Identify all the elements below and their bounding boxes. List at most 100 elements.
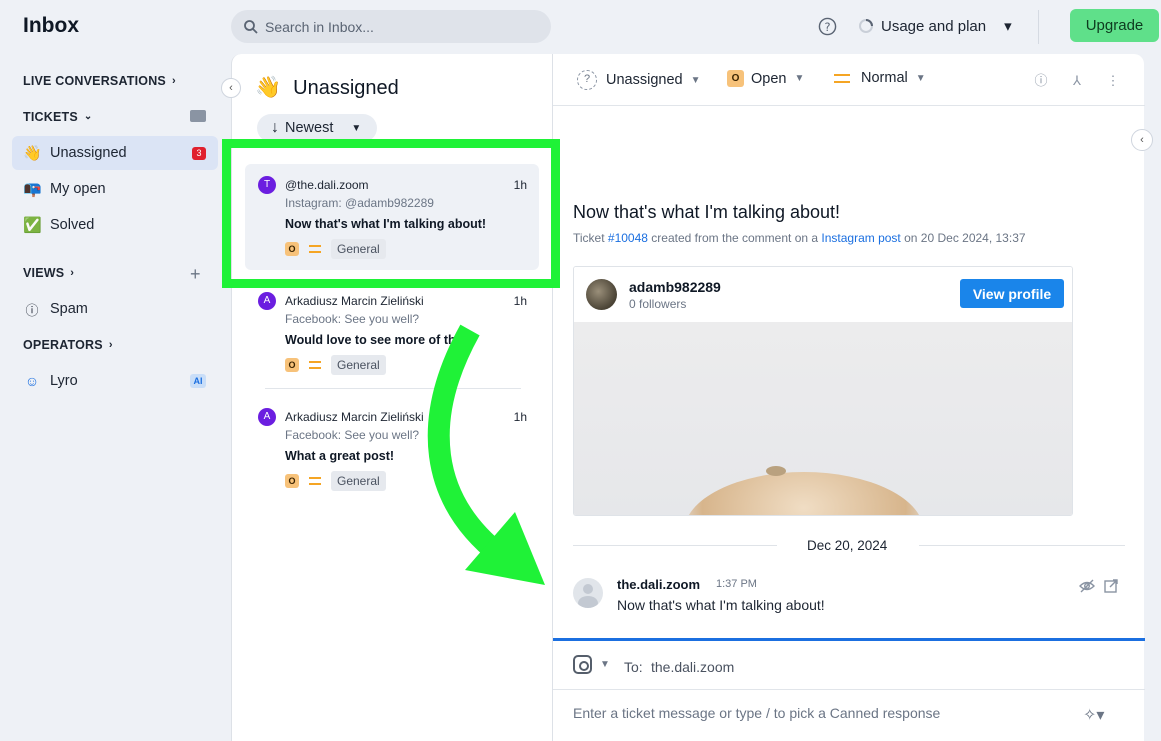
magic-wand-icon[interactable]: ✧▾ xyxy=(1083,705,1104,725)
post-image-detail xyxy=(766,466,786,476)
profile-name: adamb982289 xyxy=(629,279,721,295)
status-dropdown[interactable]: O Open ▼ xyxy=(727,70,804,87)
app-title: Inbox xyxy=(23,14,79,37)
spam-icon[interactable]: ⓘ xyxy=(1033,73,1049,89)
ticket-card[interactable]: T @the.dali.zoom 1h Instagram: @adamb982… xyxy=(245,164,539,270)
usage-label: Usage and plan xyxy=(881,17,987,35)
help-icon[interactable]: ? xyxy=(818,17,837,36)
priority-normal-icon xyxy=(309,477,321,485)
avatar: A xyxy=(258,408,276,426)
chevron-right-icon: › xyxy=(108,339,113,351)
sidebar-item-spam[interactable]: ⓘ Spam xyxy=(12,292,218,326)
ticket-message: Now that's what I'm talking about! xyxy=(285,217,487,231)
status-open-icon: O xyxy=(727,70,744,87)
post-image-subject xyxy=(684,472,924,515)
ticket-chips: O General xyxy=(285,355,386,375)
sidebar-item-label: Unassigned xyxy=(50,145,127,161)
search-input[interactable] xyxy=(265,18,525,35)
tag-chip: General xyxy=(331,239,386,259)
bot-icon: ☺ xyxy=(24,373,40,389)
subtitle-suffix: on 20 Dec 2024, 13:37 xyxy=(904,231,1026,245)
status-open-chip: O xyxy=(285,474,299,488)
usage-and-plan-button[interactable]: Usage and plan ▾ xyxy=(858,17,1012,35)
ticket-card[interactable]: A Arkadiusz Marcin Zieliński 1h Facebook… xyxy=(245,280,539,386)
sidebar-item-unassigned[interactable]: 👋 Unassigned 3 xyxy=(12,136,218,170)
priority-normal-icon xyxy=(309,245,321,253)
date-divider-label: Dec 20, 2024 xyxy=(807,538,888,553)
tag-chip: General xyxy=(331,355,386,375)
merge-icon[interactable]: ⅄ xyxy=(1069,73,1085,89)
list-title: 👋 Unassigned xyxy=(255,76,399,100)
search-icon xyxy=(244,19,258,34)
ticket-time: 1h xyxy=(513,178,527,192)
ai-badge: AI xyxy=(190,374,206,388)
followers-count: 0 followers xyxy=(629,297,687,311)
priority-normal-icon xyxy=(834,73,850,83)
collapse-sidebar-button[interactable]: ‹ xyxy=(221,78,241,98)
assignee-dropdown[interactable]: ? Unassigned ▼ xyxy=(577,70,700,90)
reply-composer: ▼ To: the.dali.zoom ✧▾ xyxy=(553,638,1145,741)
tag-chip: General xyxy=(331,471,386,491)
chevron-down-icon: ▾ xyxy=(1004,18,1012,35)
section-label: LIVE CONVERSATIONS xyxy=(23,74,166,88)
priority-normal-icon xyxy=(309,361,321,369)
avatar: A xyxy=(258,292,276,310)
caret-down-icon: ▼ xyxy=(351,122,362,134)
instagram-post-link[interactable]: Instagram post xyxy=(821,231,900,245)
chevron-right-icon: › xyxy=(171,75,176,87)
composer-header: ▼ To: the.dali.zoom xyxy=(553,641,1145,690)
avatar xyxy=(573,578,603,608)
caret-down-icon: ▼ xyxy=(690,74,701,86)
subtitle-prefix: Ticket xyxy=(573,231,605,245)
caret-down-icon: ▼ xyxy=(794,73,805,84)
sidebar-item-my-open[interactable]: 📭 My open xyxy=(12,172,218,206)
sidebar-item-label: Spam xyxy=(50,301,88,317)
sidebar-item-solved[interactable]: ✅ Solved xyxy=(12,208,218,242)
add-view-icon[interactable]: + xyxy=(190,264,201,285)
right-strip xyxy=(1144,54,1161,741)
post-image[interactable] xyxy=(574,322,1072,515)
open-external-icon[interactable] xyxy=(1103,578,1119,594)
view-profile-button[interactable]: View profile xyxy=(960,279,1064,308)
divider xyxy=(1038,10,1039,44)
recipient-value: the.dali.zoom xyxy=(651,659,735,675)
ticket-message: Would love to see more of this xyxy=(285,333,465,347)
section-label: VIEWS xyxy=(23,266,65,280)
ticket-icon[interactable] xyxy=(190,110,206,122)
sort-dropdown[interactable]: ↓ Newest ▼ xyxy=(257,114,377,142)
upgrade-button[interactable]: Upgrade xyxy=(1070,9,1159,42)
operators-section[interactable]: OPERATORS › xyxy=(23,338,119,352)
tickets-section[interactable]: TICKETS ⌄ xyxy=(23,110,94,124)
ticket-source: Facebook: See you well? xyxy=(285,312,420,326)
hide-comment-icon[interactable] xyxy=(1079,578,1095,594)
arrow-down-icon: ↓ xyxy=(271,119,279,136)
status-open-chip: O xyxy=(285,242,299,256)
ticket-list-panel: 👋 Unassigned ↓ Newest ▼ T @the.dali.zoom… xyxy=(231,54,552,741)
message-time: 1:37 PM xyxy=(716,578,757,590)
ticket-subtitle: Ticket #10048 created from the comment o… xyxy=(573,231,1026,245)
instagram-icon[interactable] xyxy=(573,655,592,674)
check-mark-icon: ✅ xyxy=(23,217,42,234)
top-bar: Inbox ? Usage and plan ▾ Upgrade xyxy=(0,0,1161,54)
search-box[interactable] xyxy=(231,10,551,43)
status-open-chip: O xyxy=(285,358,299,372)
collapse-details-button[interactable]: ‹ xyxy=(1131,129,1153,151)
ticket-chips: O General xyxy=(285,239,386,259)
ticket-message: What a great post! xyxy=(285,449,395,463)
to-label: To: xyxy=(624,659,643,675)
svg-text:?: ? xyxy=(824,20,830,34)
priority-dropdown[interactable]: Normal ▼ xyxy=(834,70,926,86)
live-conversations-section[interactable]: LIVE CONVERSATIONS › xyxy=(23,74,182,88)
alert-circle-icon: ⓘ xyxy=(25,302,39,318)
caret-down-icon[interactable]: ▼ xyxy=(600,659,610,670)
profile-header: adamb982289 0 followers View profile xyxy=(574,267,1072,322)
message-input[interactable] xyxy=(573,705,1073,721)
sidebar-item-lyro[interactable]: ☺ Lyro AI xyxy=(12,364,218,398)
ticket-id-link[interactable]: #10048 xyxy=(608,231,648,245)
more-options-icon[interactable]: ⋮ xyxy=(1105,73,1121,89)
views-section[interactable]: VIEWS › xyxy=(23,266,80,280)
divider xyxy=(573,545,777,546)
message-text: Now that's what I'm talking about! xyxy=(617,597,825,613)
ticket-card[interactable]: A Arkadiusz Marcin Zieliński 1h Facebook… xyxy=(245,396,539,502)
section-label: OPERATORS xyxy=(23,338,103,352)
